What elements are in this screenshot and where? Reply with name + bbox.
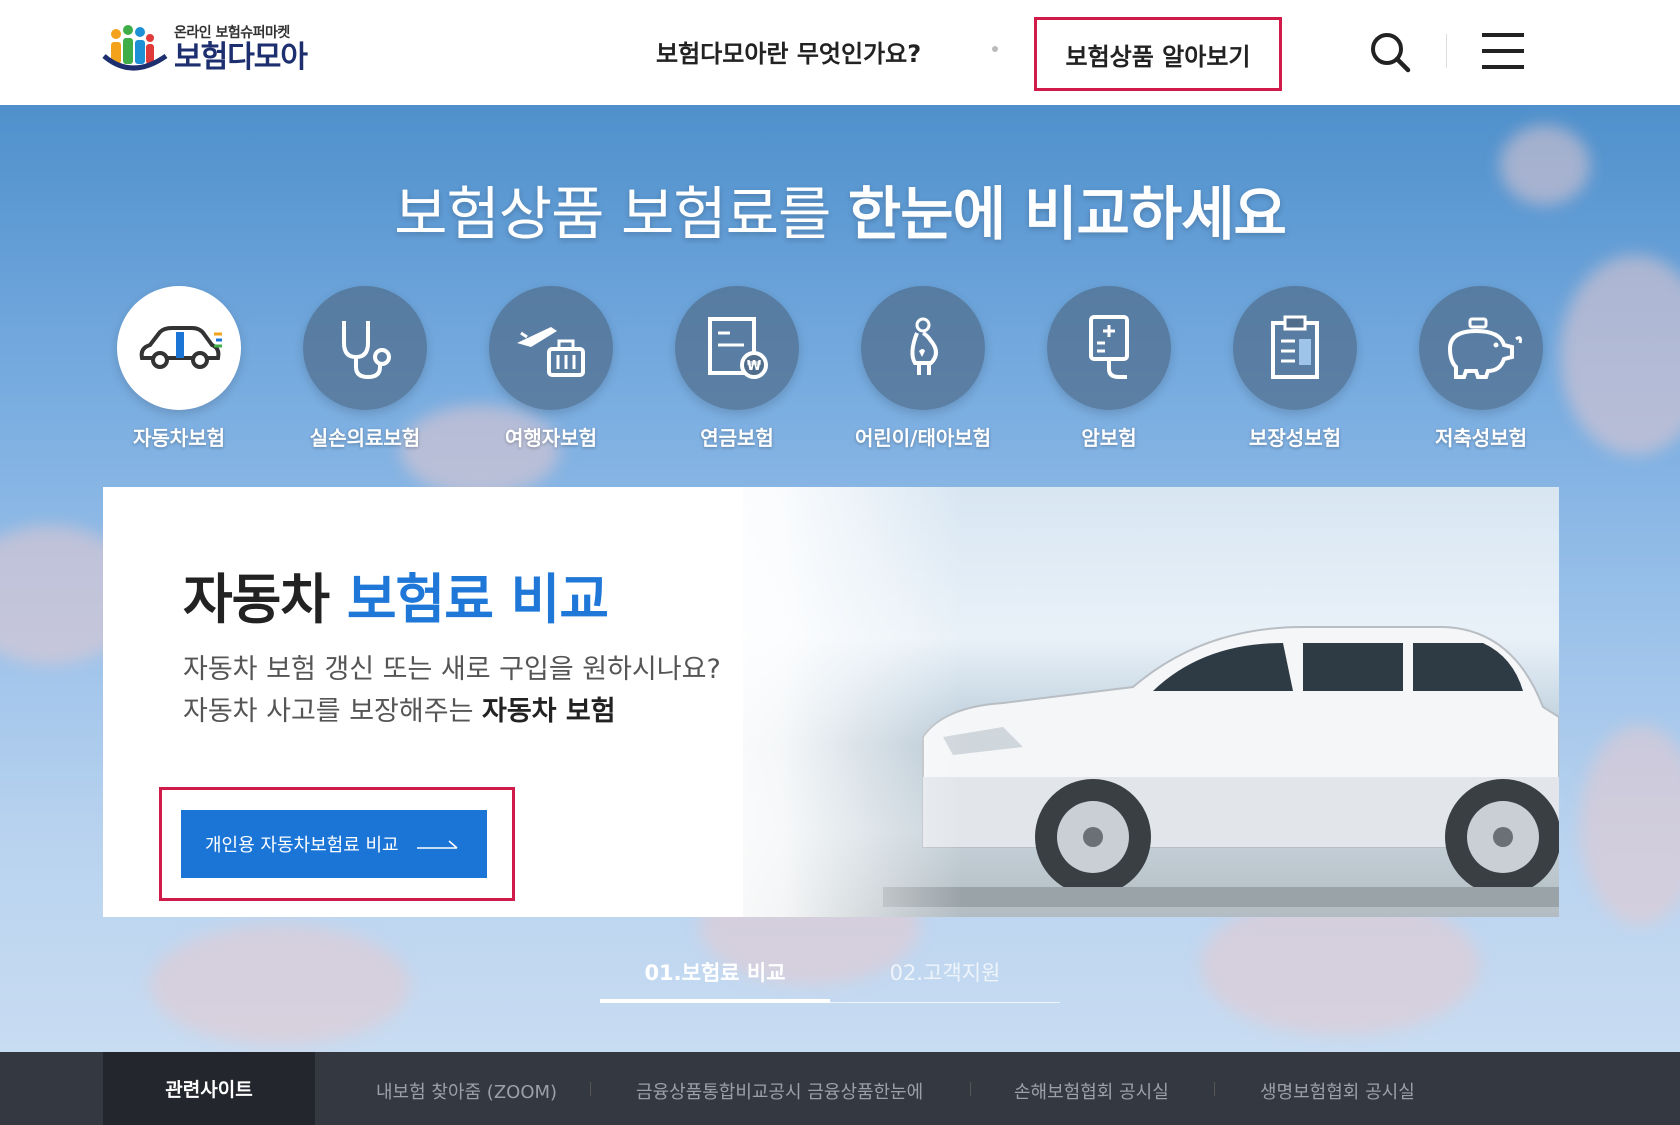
car-icon — [139, 326, 222, 369]
footer-divider — [970, 1082, 971, 1096]
hero-title-bold: 한눈에 비교하세요 — [847, 180, 1287, 248]
footer-link-klia[interactable]: 생명보험협회 공시실 — [1260, 1078, 1415, 1104]
category-pension-insurance[interactable]: ₩ 연금보험 — [675, 286, 799, 451]
category-protection-insurance[interactable]: 보장성보험 — [1233, 286, 1357, 451]
cta-label: 개인용 자동차보험료 비교 — [205, 835, 399, 856]
category-car-insurance[interactable]: 자동차보험 — [117, 286, 241, 451]
clipboard-icon — [1271, 315, 1319, 379]
card-title-blue: 보험료 비교 — [346, 568, 609, 631]
category-child-insurance[interactable]: 어린이/태아보험 — [855, 286, 991, 451]
footer-divider — [1214, 1082, 1215, 1096]
pension-document-icon: ₩ — [708, 317, 768, 379]
footer-link-knia[interactable]: 손해보험협회 공시실 — [1014, 1078, 1169, 1104]
category-label: 저축성보험 — [1435, 426, 1527, 450]
stethoscope-icon — [342, 321, 391, 380]
card-description-bold: 자동차 보험 — [482, 696, 616, 727]
category-travel-insurance[interactable]: 여행자보험 — [489, 286, 613, 451]
related-sites-label: 관련사이트 — [103, 1052, 315, 1125]
hamburger-menu-icon[interactable] — [1482, 30, 1524, 72]
category-label: 어린이/태아보험 — [854, 426, 992, 450]
section-tabs: 01.보험료 비교 02.고객지원 — [600, 945, 1060, 1003]
category-savings-insurance[interactable]: 저축성보험 — [1419, 286, 1543, 451]
category-cancer-insurance[interactable]: 암보험 — [1047, 286, 1171, 451]
iv-bag-icon — [1089, 315, 1129, 379]
footer-link-fine[interactable]: 금융상품통합비교공시 금융상품한눈에 — [636, 1078, 923, 1104]
compare-car-insurance-button[interactable]: 개인용 자동차보험료 비교 — [181, 810, 487, 878]
nav-products-link[interactable]: 보험상품 알아보기 — [1034, 17, 1282, 91]
category-label: 연금보험 — [700, 426, 774, 450]
nav-about-link[interactable]: 보험다모아란 무엇인가요? — [656, 34, 921, 69]
hero-title-light: 보험상품 보험료를 — [394, 180, 848, 248]
site-logo[interactable]: 온라인 보험슈퍼마켓 보험다모아 — [102, 22, 308, 78]
logo-people-icon — [102, 25, 168, 71]
card-description-line2: 자동차 사고를 보장해주는 자동차 보험 — [183, 689, 616, 728]
category-label: 자동차보험 — [133, 426, 225, 450]
logo-title: 보험다모아 — [174, 40, 308, 76]
site-header: 온라인 보험슈퍼마켓 보험다모아 보험다모아란 무엇인가요? 보험상품 알아보기 — [0, 0, 1680, 105]
tab-premium-compare[interactable]: 01.보험료 비교 — [600, 945, 830, 1003]
category-label: 암보험 — [1081, 426, 1137, 450]
airplane-luggage-icon — [517, 327, 585, 377]
category-label: 여행자보험 — [505, 426, 597, 450]
category-list: 자동차보험 실손의료보험 여행자보험 ₩ 연금보험 어린이/태아보험 암보험 보… — [117, 286, 1557, 466]
footer-divider — [590, 1082, 591, 1096]
card-title: 자동차 보험료 비교 — [183, 555, 609, 634]
hero-title: 보험상품 보험료를 한눈에 비교하세요 — [0, 167, 1680, 251]
tab-customer-support[interactable]: 02.고객지원 — [830, 945, 1060, 1003]
card-title-dark: 자동차 — [183, 568, 347, 631]
card-fade-overlay — [663, 487, 963, 917]
piggy-bank-icon — [1447, 317, 1522, 379]
footer-link-zoom[interactable]: 내보험 찾아줌 (ZOOM) — [376, 1078, 557, 1104]
search-icon — [1371, 33, 1411, 73]
related-sites-bar: 관련사이트 내보험 찾아줌 (ZOOM) 금융상품통합비교공시 금융상품한눈에 … — [0, 1052, 1680, 1125]
pregnant-woman-icon — [910, 317, 938, 375]
product-card: 자동차 보험료 비교 자동차 보험 갱신 또는 새로 구입을 원하시나요? 자동… — [103, 487, 1559, 917]
arrow-right-icon — [416, 840, 458, 849]
svg-text:₩: ₩ — [747, 359, 762, 374]
card-description-normal: 자동차 사고를 보장해주는 — [183, 696, 482, 727]
card-description-line1: 자동차 보험 갱신 또는 새로 구입을 원하시나요? — [183, 654, 721, 685]
header-divider — [1446, 34, 1447, 68]
search-button[interactable] — [1368, 30, 1412, 74]
category-label: 실손의료보험 — [309, 426, 421, 450]
logo-subtitle: 온라인 보험슈퍼마켓 — [174, 24, 290, 41]
hero-section: 보험상품 보험료를 한눈에 비교하세요 자동차보험 실손의료보험 여행자보험 ₩… — [0, 105, 1680, 1052]
category-label: 보장성보험 — [1249, 426, 1341, 450]
category-medical-insurance[interactable]: 실손의료보험 — [303, 286, 427, 451]
nav-separator-dot — [992, 46, 998, 52]
suv-car-illustration — [883, 626, 1559, 907]
